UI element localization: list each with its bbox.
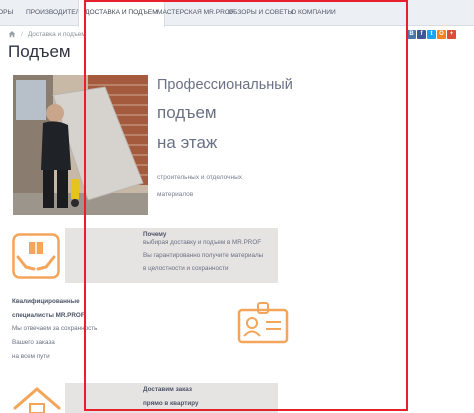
nav-item-about[interactable]: О КОМПАНИИ bbox=[291, 0, 336, 26]
vk-share-icon[interactable]: В bbox=[407, 30, 416, 39]
share-buttons: В f t О + bbox=[407, 30, 456, 39]
nav-item-workshop[interactable]: МАСТЕРСКАЯ MR.PROF bbox=[157, 0, 234, 26]
feature-specialists-line3: на всем пути bbox=[12, 353, 50, 360]
page-title: Подъем bbox=[8, 42, 71, 61]
feature-why-line1: выбирая доставку и подъем в MR.PROF bbox=[143, 239, 262, 246]
breadcrumb-separator: / bbox=[21, 30, 23, 38]
hero-heading-line2: подъем bbox=[157, 103, 217, 122]
odnoklassniki-share-icon[interactable]: О bbox=[437, 30, 446, 39]
feature-specialists-line1: Мы отвечаем за сохранность bbox=[12, 325, 98, 332]
house-icon bbox=[13, 387, 61, 413]
hero-heading-line3: на этаж bbox=[157, 133, 218, 152]
breadcrumb: / Доставка и подъем bbox=[8, 29, 86, 39]
hero-heading-line1: Профессиональный bbox=[157, 77, 293, 93]
googleplus-share-icon[interactable]: + bbox=[447, 30, 456, 39]
feature-delivery-title1: Доставим заказ bbox=[143, 386, 192, 393]
facebook-share-icon[interactable]: f bbox=[417, 30, 426, 39]
feature-why-line3: в целостности и сохранности bbox=[143, 265, 229, 272]
nav-item-manufacturers[interactable]: ПРОИЗВОДИТЕЛИ bbox=[26, 0, 85, 26]
feature-specialists-title2: специалисты MR.PROF bbox=[12, 312, 85, 319]
package-hands-icon bbox=[12, 233, 60, 279]
twitter-share-icon[interactable]: t bbox=[427, 30, 436, 39]
nav-item-reviews[interactable]: ОБЗОРЫ И СОВЕТЫ bbox=[228, 0, 293, 26]
top-navigation: ОРЫ ПРОИЗВОДИТЕЛИ ДОСТАВКА И ПОДЪЕМ МАСТ… bbox=[0, 0, 474, 27]
hero-subtitle-line1: строительных и отделочных bbox=[157, 174, 242, 181]
feature-why-line2: Вы гарантированно получите материалы bbox=[143, 252, 264, 259]
hero-photo bbox=[13, 75, 148, 215]
feature-specialists-line2: Вашего заказа bbox=[12, 339, 55, 346]
feature-specialists-title1: Квалифицированные bbox=[12, 298, 80, 305]
nav-item-partial[interactable]: ОРЫ bbox=[0, 0, 13, 26]
nav-item-delivery[interactable]: ДОСТАВКА И ПОДЪЕМ bbox=[78, 0, 165, 27]
hero-subtitle-line2: материалов bbox=[157, 191, 194, 198]
feature-why-title: Почему bbox=[143, 231, 167, 238]
home-icon[interactable] bbox=[8, 30, 16, 38]
breadcrumb-current[interactable]: Доставка и подъем bbox=[28, 31, 86, 38]
id-badge-icon bbox=[237, 302, 289, 344]
feature-delivery-title2: прямо в квартиру bbox=[143, 400, 199, 407]
